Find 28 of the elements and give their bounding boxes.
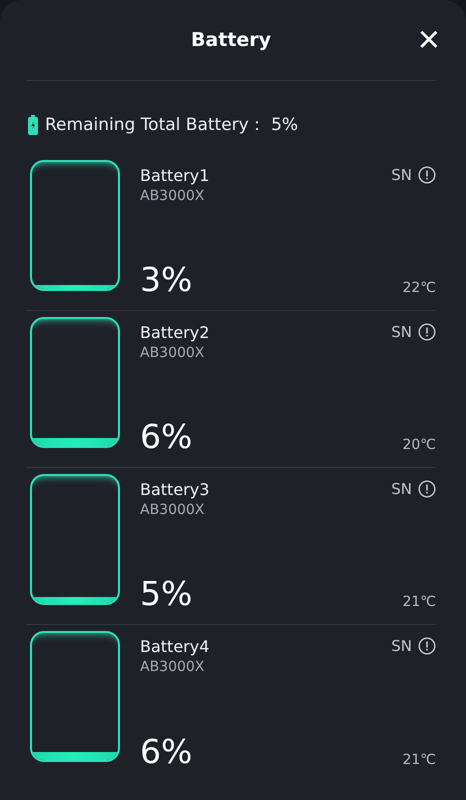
battery-percent: 5% (140, 577, 192, 610)
battery-percent: 6% (140, 735, 192, 768)
serial-number-button[interactable]: SN (391, 166, 436, 184)
battery-model: AB3000X (140, 188, 206, 204)
info-icon (418, 166, 436, 184)
battery-name: Battery2 (140, 323, 210, 342)
battery-temperature: 21℃ (402, 752, 436, 768)
battery-temperature: 20℃ (402, 437, 436, 453)
battery-model: AB3000X (140, 345, 206, 361)
battery-name: Battery4 (140, 637, 210, 656)
sheet-title: Battery (190, 29, 272, 51)
battery-temperature: 21℃ (402, 594, 436, 610)
battery-percent: 6% (140, 420, 192, 453)
battery-charging-icon (28, 114, 38, 134)
serial-number-button[interactable]: SN (391, 637, 436, 655)
serial-number-button[interactable]: SN (391, 480, 436, 498)
battery-name: Battery1 (140, 166, 210, 185)
battery-model: AB3000X (140, 502, 206, 518)
remaining-total-label: Remaining Total Battery： 5% (45, 114, 298, 136)
info-icon (418, 480, 436, 498)
close-button[interactable]: × (418, 21, 440, 59)
battery-name: Battery3 (140, 480, 210, 499)
info-icon (418, 637, 436, 655)
battery-temperature: 22℃ (402, 280, 436, 296)
serial-number-button[interactable]: SN (391, 323, 436, 341)
battery-percent: 3% (140, 263, 192, 296)
battery-model: AB3000X (140, 659, 206, 675)
info-icon (418, 323, 436, 341)
